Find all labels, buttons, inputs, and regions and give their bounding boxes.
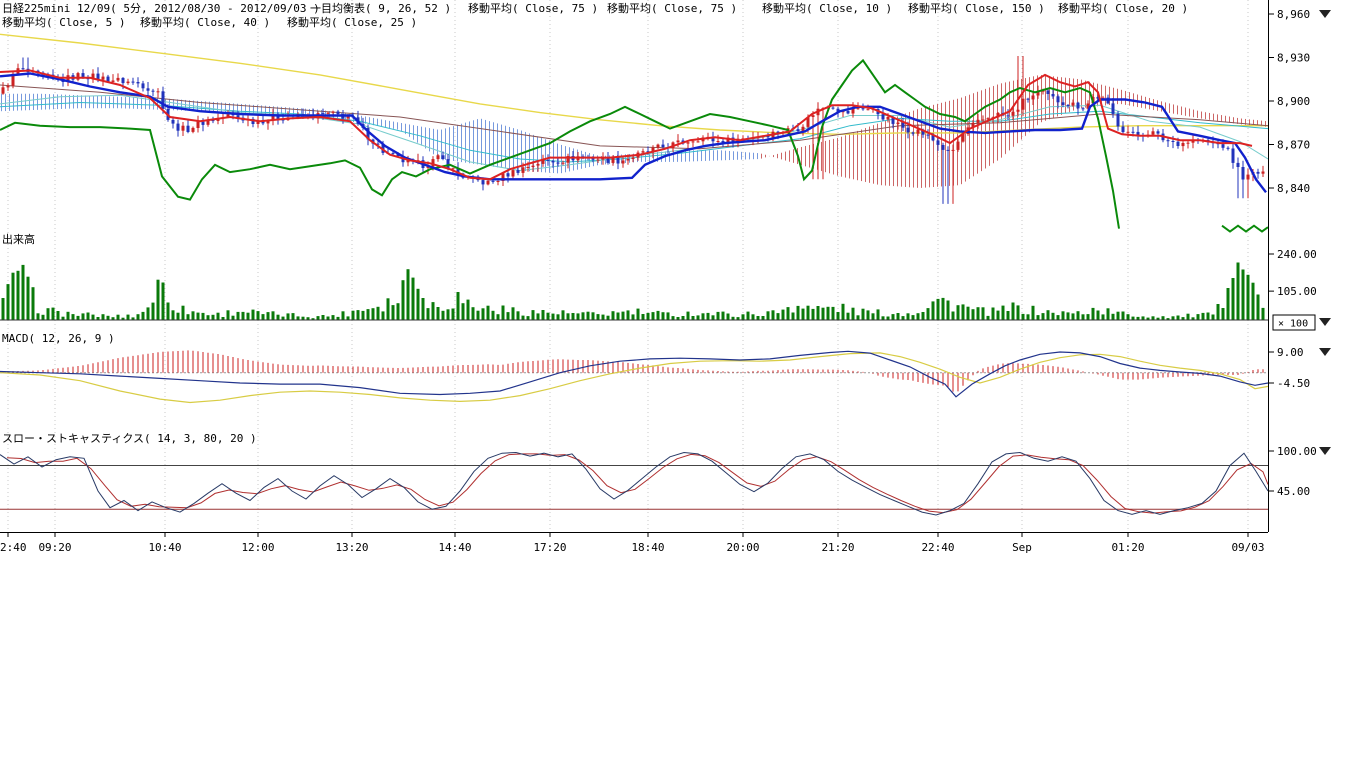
- time-label: 09/03: [1231, 541, 1264, 554]
- time-label: 21:20: [821, 541, 854, 554]
- time-label: 20:00: [726, 541, 759, 554]
- stoch-d-line: [7, 454, 1268, 513]
- time-label: 14:40: [438, 541, 471, 554]
- time-label: 17:20: [533, 541, 566, 554]
- stoch-k-line: [0, 453, 1268, 516]
- axis-label: 100.00: [1277, 445, 1317, 458]
- axis-label: 9.00: [1277, 346, 1304, 359]
- time-label: 12:00: [241, 541, 274, 554]
- axis-label: 8,900: [1277, 95, 1310, 108]
- axis-label: -4.50: [1277, 377, 1310, 390]
- green-line: [1222, 226, 1268, 232]
- macd-line: [0, 351, 1268, 397]
- axis-label: 45.00: [1277, 485, 1310, 498]
- chart-canvas[interactable]: 8,960 8,930 8,900 8,870 8,840 240.00 105.00 9.0…: [0, 0, 1366, 560]
- axis-label: 105.00: [1277, 285, 1317, 298]
- time-label: 01:20: [1111, 541, 1144, 554]
- volume-panel: [0, 263, 1268, 321]
- time-label: 10:40: [148, 541, 181, 554]
- time-label: 22:40: [921, 541, 954, 554]
- price-scale-arrow[interactable]: [1319, 10, 1331, 18]
- time-label: 18:40: [631, 541, 664, 554]
- axis-label: 8,960: [1277, 8, 1310, 21]
- time-axis: 2:40 09:20 10:40 12:00 13:20 14:40 17:20 18:40 2…: [0, 532, 1265, 554]
- volume-unit-label: × 100: [1278, 319, 1308, 330]
- macd-panel: [0, 350, 1268, 402]
- stoch-scale-arrow[interactable]: [1319, 447, 1331, 455]
- stoch-panel: [0, 453, 1268, 516]
- volume-scale-arrow[interactable]: [1319, 318, 1331, 326]
- macd-scale-arrow[interactable]: [1319, 348, 1331, 356]
- axes: 8,960 8,930 8,900 8,870 8,840 240.00 105.00 9.0…: [0, 0, 1331, 533]
- axis-label: 8,840: [1277, 182, 1310, 195]
- time-label: 09:20: [38, 541, 71, 554]
- price-panel: [0, 34, 1268, 231]
- time-label: Sep: [1012, 541, 1032, 554]
- time-label: 2:40: [0, 541, 27, 554]
- axis-label: 240.00: [1277, 248, 1317, 261]
- axis-label: 8,930: [1277, 52, 1310, 65]
- axis-label: 8,870: [1277, 139, 1310, 152]
- time-label: 13:20: [335, 541, 368, 554]
